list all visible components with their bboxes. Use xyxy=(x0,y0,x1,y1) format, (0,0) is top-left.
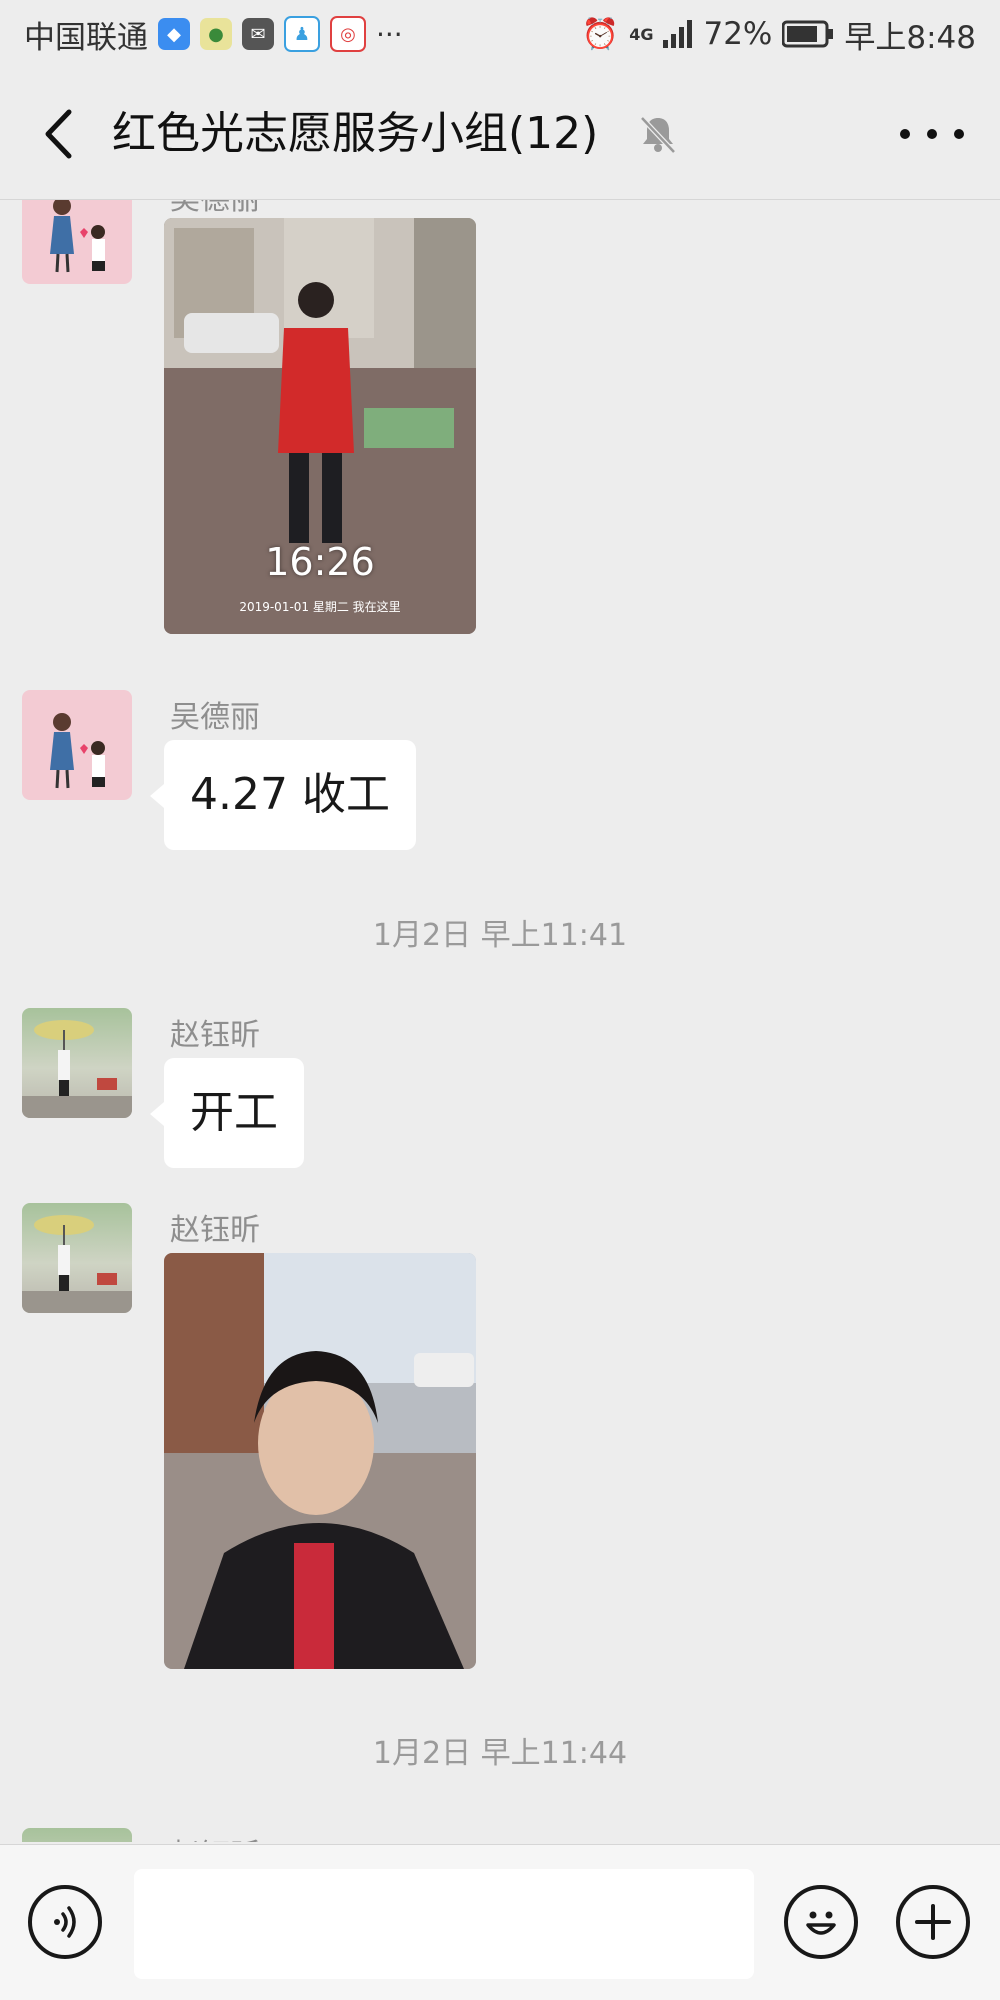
battery-percent: 72% xyxy=(703,16,773,52)
more-dot xyxy=(900,129,910,139)
battery-icon xyxy=(782,20,834,48)
timestamp: 1月2日 早上11:44 xyxy=(372,1736,628,1771)
message-list[interactable]: 吴德丽 16:26 2019-01-01 星期二 我在这里 xyxy=(0,200,1000,1842)
avatar[interactable] xyxy=(22,690,132,800)
network-label: 4G xyxy=(629,24,654,44)
text-message-bubble[interactable]: 开工 xyxy=(150,1058,304,1168)
status-bar: 中国联通 ◆ ● ✉ ♟ ◎ ··· ⏰ 4G 72% 早上8:48 xyxy=(0,0,1000,68)
sender-name: 赵钰昕 xyxy=(170,1213,260,1248)
photo-selfie-outdoors xyxy=(164,1253,476,1669)
emoji-icon xyxy=(806,1911,836,1935)
avatar-photo xyxy=(22,1020,132,1118)
message-item: 赵钰昕 xyxy=(0,1203,1000,1683)
plus-icon xyxy=(915,1904,951,1940)
message-item: 吴德丽 4.27 收工 xyxy=(0,690,1000,850)
timestamp: 1月2日 早上11:41 xyxy=(372,918,628,953)
signal-icon xyxy=(663,20,693,48)
avatar[interactable] xyxy=(22,1828,132,1842)
sender-name: 赵钰昕 xyxy=(170,1018,260,1053)
emoji-button[interactable] xyxy=(784,1885,858,1959)
mail-icon: ✉ xyxy=(242,18,274,50)
avatar-photo xyxy=(22,1215,132,1313)
text-message-bubble[interactable]: 4.27 收工 xyxy=(150,740,416,850)
voice-button[interactable] xyxy=(28,1885,102,1959)
avatar-illustration xyxy=(50,200,105,273)
sender-name: 赵钰昕 xyxy=(170,1830,260,1842)
sender-name: 吴德丽 xyxy=(170,700,260,735)
photo-overlay-caption: 2019-01-01 星期二 我在这里 xyxy=(239,600,401,614)
app-notification-icon: ◎ xyxy=(330,16,366,52)
sender-name: 吴德丽 xyxy=(170,200,260,218)
more-button[interactable] xyxy=(900,108,964,160)
plus-button[interactable] xyxy=(896,1885,970,1959)
chevron-left-icon xyxy=(45,109,72,159)
more-dot xyxy=(927,129,937,139)
back-button[interactable] xyxy=(30,102,86,166)
more-dot xyxy=(954,129,964,139)
voice-icon xyxy=(54,1906,76,1938)
message-item: 赵钰昕 开工 xyxy=(0,1008,1000,1168)
image-message[interactable]: 16:26 2019-01-01 星期二 我在这里 xyxy=(164,218,476,634)
carrier-label: 中国联通 xyxy=(24,19,148,56)
avatar-illustration xyxy=(50,713,105,789)
avatar[interactable] xyxy=(22,1203,132,1313)
photo-overlay-time: 16:26 xyxy=(265,540,375,584)
message-input[interactable] xyxy=(134,1869,754,1979)
chat-title: 红色光志愿服务小组(12) xyxy=(112,108,599,159)
more-notifications-icon: ··· xyxy=(376,17,403,51)
avatar[interactable] xyxy=(22,200,132,284)
chat-header: 红色光志愿服务小组(12) xyxy=(0,68,1000,200)
message-item: 吴德丽 16:26 2019-01-01 星期二 我在这里 xyxy=(0,200,1000,634)
app-notification-icon: ◆ xyxy=(158,18,190,50)
message-item: 赵钰昕 xyxy=(0,1828,1000,1842)
status-bar-left: 中国联通 ◆ ● ✉ ♟ ◎ ··· xyxy=(24,12,403,57)
status-bar-right: ⏰ 4G 72% 早上8:48 xyxy=(582,12,976,57)
app-notification-icon: ● xyxy=(200,18,232,50)
clock-label: 早上8:48 xyxy=(844,19,976,56)
bell-muted-icon xyxy=(640,116,676,154)
qq-icon: ♟ xyxy=(284,16,320,52)
image-message[interactable] xyxy=(164,1253,476,1669)
avatar[interactable] xyxy=(22,1008,132,1118)
input-bar xyxy=(0,1844,1000,2000)
alarm-icon: ⏰ xyxy=(581,16,620,52)
